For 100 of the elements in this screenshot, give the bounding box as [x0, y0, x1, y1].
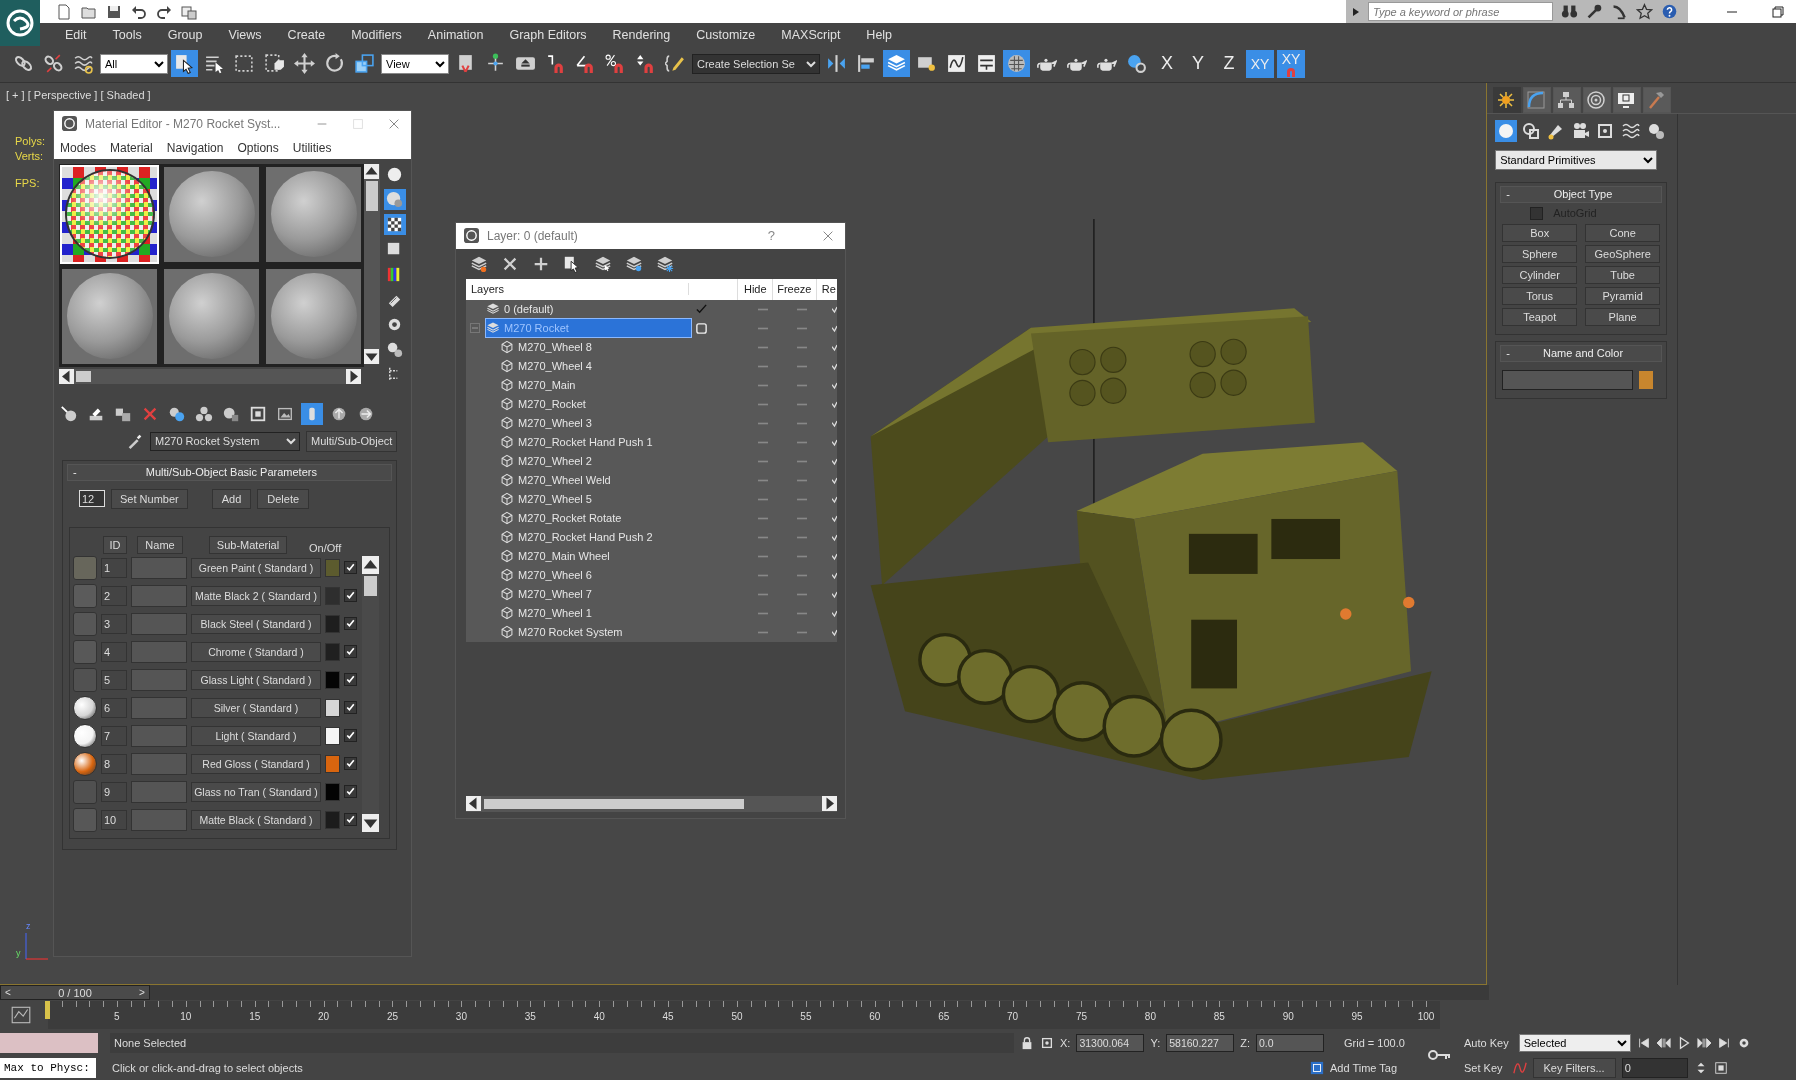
- object-color-swatch[interactable]: [1639, 370, 1654, 389]
- scroll-thumb[interactable]: [364, 575, 377, 596]
- id-field[interactable]: 3: [101, 613, 127, 634]
- cylinder-icon[interactable]: [301, 402, 323, 425]
- object-row[interactable]: M270_Rocket Hand Push 2: [500, 528, 691, 547]
- go-to-start-icon[interactable]: [1636, 1035, 1651, 1050]
- previous-frame-button[interactable]: <: [1, 987, 15, 998]
- script-listener-field[interactable]: [0, 1032, 98, 1053]
- id-field[interactable]: 7: [101, 725, 127, 746]
- checkbox[interactable]: [344, 701, 357, 715]
- sub-material-button[interactable]: Glass Light ( Standard ): [191, 669, 321, 690]
- object-row[interactable]: M270_Rocket Hand Push 1: [500, 433, 691, 452]
- scroll-left-icon[interactable]: [59, 368, 74, 384]
- wrench-icon[interactable]: [1586, 3, 1603, 20]
- object-name-field[interactable]: [1502, 369, 1634, 390]
- go-to-end-icon[interactable]: [1716, 1035, 1731, 1050]
- menu-item[interactable]: Edit: [52, 27, 100, 42]
- zoom-extents-icon[interactable]: [1713, 1060, 1728, 1075]
- object-row[interactable]: M270_Wheel 1: [500, 604, 691, 623]
- scroll-thumb[interactable]: [76, 370, 91, 382]
- name-field[interactable]: [131, 724, 187, 747]
- next-frame-icon[interactable]: [1696, 1035, 1711, 1050]
- object-row[interactable]: M270_Main Wheel: [500, 547, 691, 566]
- scroll-up-icon[interactable]: [364, 163, 379, 179]
- toolbar-dropdown[interactable]: Create Selection Se: [692, 54, 820, 74]
- menu-item[interactable]: Modes: [60, 140, 97, 155]
- column-header[interactable]: Re: [816, 278, 837, 300]
- id-field[interactable]: 2: [101, 585, 127, 606]
- axis-constraint-button[interactable]: Z: [1215, 50, 1243, 78]
- object-row[interactable]: M270_Wheel 2: [500, 452, 691, 471]
- primitive-button[interactable]: Sphere: [1502, 244, 1578, 263]
- id-field[interactable]: 1: [101, 557, 127, 578]
- coordinate-field[interactable]: 58160.227: [1166, 1033, 1235, 1052]
- scroll-up-icon[interactable]: [362, 555, 379, 574]
- redo-icon[interactable]: [156, 3, 172, 20]
- object-row[interactable]: M270_Wheel Weld: [500, 471, 691, 490]
- primitive-button[interactable]: Torus: [1502, 286, 1578, 305]
- layers-icon[interactable]: [883, 50, 910, 78]
- name-field[interactable]: [131, 780, 187, 803]
- object-row[interactable]: M270_Wheel 5: [500, 490, 691, 509]
- scroll-thumb[interactable]: [484, 798, 744, 809]
- menu-item[interactable]: Group: [154, 27, 216, 42]
- column-header[interactable]: Layers: [466, 283, 690, 296]
- object-row[interactable]: M270_Rocket Rotate: [500, 509, 691, 528]
- scroll-thumb[interactable]: [366, 180, 378, 211]
- coordinate-field[interactable]: 0.0: [1256, 1033, 1324, 1052]
- scrollbar[interactable]: [364, 163, 380, 364]
- add-time-tag-button[interactable]: Add Time Tag: [1330, 1061, 1398, 1074]
- object-row[interactable]: M270_Wheel 6: [500, 566, 691, 585]
- color-swatch[interactable]: [325, 558, 340, 577]
- satellite-icon[interactable]: [1611, 3, 1628, 20]
- axis-constraint-button[interactable]: X: [1153, 50, 1181, 78]
- menu-item[interactable]: Material: [110, 140, 153, 155]
- column-header[interactable]: Name: [137, 535, 183, 554]
- primitive-button[interactable]: Tube: [1585, 265, 1661, 284]
- id-field[interactable]: 10: [101, 809, 127, 830]
- menu-item[interactable]: Tools: [99, 27, 155, 42]
- search-field[interactable]: Type a keyword or phrase: [1368, 2, 1553, 21]
- name-field[interactable]: [131, 584, 187, 607]
- sub-material-button[interactable]: Matte Black 2 ( Standard ): [191, 585, 321, 606]
- primitive-button[interactable]: Cylinder: [1502, 265, 1578, 284]
- menu-item[interactable]: Create: [274, 27, 339, 42]
- checkbox[interactable]: [344, 673, 357, 687]
- add-selection-icon[interactable]: [695, 321, 708, 335]
- object-row[interactable]: M270_Main: [500, 376, 691, 395]
- name-field[interactable]: [131, 640, 187, 663]
- rollout-header[interactable]: - Object Type: [1500, 185, 1663, 203]
- crosshair-icon[interactable]: [1040, 1035, 1054, 1050]
- scroll-down-icon[interactable]: [362, 813, 379, 832]
- help-icon[interactable]: [1661, 3, 1678, 20]
- sun-icon[interactable]: [1493, 86, 1522, 113]
- sub-material-button[interactable]: Matte Black ( Standard ): [191, 809, 321, 830]
- checkbox[interactable]: [344, 813, 357, 827]
- rollout-header[interactable]: - Multi/Sub-Object Basic Parameters: [67, 463, 392, 481]
- primitive-button[interactable]: Box: [1502, 223, 1578, 242]
- checkbox[interactable]: [344, 561, 357, 575]
- color-swatch[interactable]: [325, 810, 340, 829]
- toolbar-dropdown[interactable]: View: [381, 54, 449, 74]
- name-field[interactable]: [131, 696, 187, 719]
- next-frame-button[interactable]: >: [135, 987, 149, 998]
- eyedropper-icon[interactable]: [126, 432, 144, 451]
- sub-material-button[interactable]: Glass no Tran ( Standard ): [191, 781, 321, 802]
- object-row[interactable]: M270_Wheel 7: [500, 585, 691, 604]
- frame-field[interactable]: 0: [1621, 1057, 1688, 1078]
- primitive-button[interactable]: Plane: [1585, 307, 1661, 326]
- count-field[interactable]: 12: [79, 490, 105, 508]
- checkbox[interactable]: [344, 757, 357, 771]
- menu-item[interactable]: Customize: [683, 27, 769, 42]
- current-frame-marker[interactable]: [45, 1001, 50, 1019]
- scroll-right-icon[interactable]: [346, 368, 361, 384]
- id-field[interactable]: 4: [101, 641, 127, 662]
- hierarchy-icon[interactable]: [1553, 86, 1582, 113]
- menu-item[interactable]: Views: [215, 27, 275, 42]
- frame-counter[interactable]: < 0 / 100 >: [0, 985, 150, 1000]
- id-field[interactable]: 9: [101, 781, 127, 802]
- rollout-header[interactable]: - Name and Color: [1500, 344, 1663, 362]
- menu-item[interactable]: MAXScript: [768, 27, 854, 42]
- curve-icon[interactable]: [1523, 86, 1552, 113]
- column-header[interactable]: Freeze: [773, 278, 817, 300]
- expand-icon[interactable]: [1352, 6, 1360, 17]
